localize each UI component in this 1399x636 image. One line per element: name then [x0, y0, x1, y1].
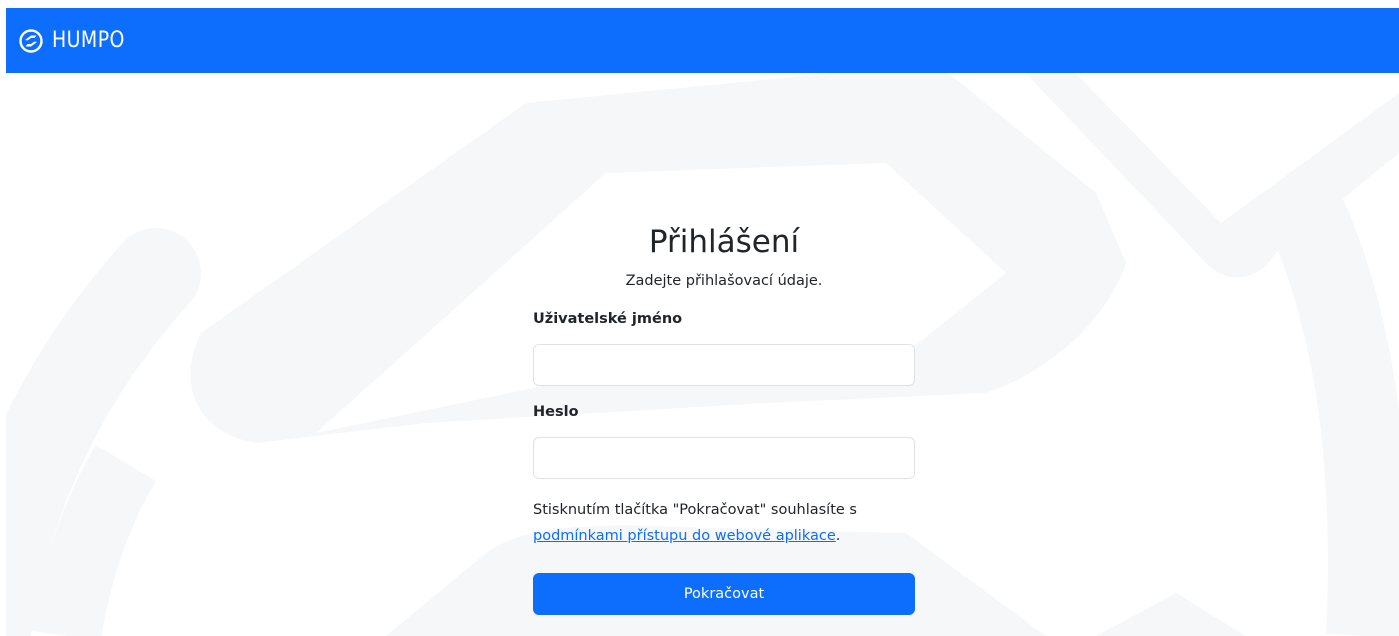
username-label: Uživatelské jméno	[533, 311, 683, 327]
continue-button[interactable]: Pokračovat	[533, 573, 915, 615]
brand-name: HUMPO	[52, 28, 125, 53]
terms-prefix: Stisknutím tlačítka "Pokračovat" souhlas…	[533, 502, 857, 518]
password-input[interactable]	[533, 437, 915, 479]
terms-suffix: .	[835, 528, 841, 544]
terms-notice: Stisknutím tlačítka "Pokračovat" souhlas…	[533, 497, 915, 549]
login-subtitle: Zadejte přihlašovací údaje.	[625, 273, 823, 289]
top-strip	[0, 0, 1399, 8]
login-page: HUMPO Přihlášení Zadejte přihlašovací úd…	[0, 0, 1399, 636]
brand-link[interactable]: HUMPO	[19, 28, 137, 53]
page-title: Přihlášení	[648, 224, 800, 260]
terms-link[interactable]: podmínkami přístupu do webové aplikace	[533, 528, 836, 544]
login-form: Přihlášení Zadejte přihlašovací údaje. U…	[533, 222, 915, 615]
password-label: Heslo	[533, 404, 579, 420]
username-input[interactable]	[533, 344, 915, 386]
top-navbar: HUMPO	[6, 8, 1399, 73]
humpo-logo-icon	[19, 28, 43, 53]
